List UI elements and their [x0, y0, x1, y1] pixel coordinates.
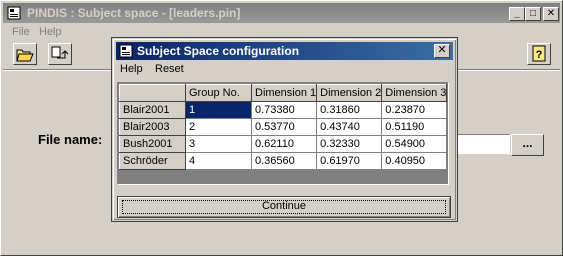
grid-cell[interactable]: 0.51190: [381, 118, 448, 136]
maximize-button[interactable]: □: [525, 7, 541, 21]
grid-cell[interactable]: 3: [185, 135, 252, 153]
minimize-button[interactable]: _: [509, 7, 525, 21]
continue-label: Continue: [261, 200, 307, 212]
table-row: Blair2003 2 0.53770 0.43740 0.51190: [119, 118, 448, 136]
close-button[interactable]: ✕: [543, 7, 559, 21]
col-header-dim3: Dimension 3: [381, 84, 448, 102]
row-header: Bush2001: [119, 135, 186, 153]
main-title-bar: PINDIS : Subject space - [leaders.pin] _…: [3, 3, 560, 23]
dialog-app-icon: [119, 44, 133, 58]
grid-table: Group No. Dimension 1 Dimension 2 Dimens…: [119, 84, 448, 170]
grid-cell[interactable]: 0.32330: [316, 135, 383, 153]
open-button[interactable]: [13, 43, 37, 65]
import-button[interactable]: [48, 43, 72, 65]
menu-file[interactable]: File: [12, 26, 30, 38]
file-name-label: File name:: [38, 132, 103, 147]
row-header: Schröder: [119, 152, 186, 170]
grid-cell[interactable]: 0.23870: [381, 101, 448, 119]
continue-button[interactable]: Continue: [117, 196, 451, 218]
help-icon: ?: [532, 45, 546, 62]
col-header-dim2: Dimension 2: [316, 84, 383, 102]
menu-help[interactable]: Help: [39, 26, 62, 38]
file-name-input[interactable]: [456, 134, 510, 154]
table-row: Schröder 4 0.36560 0.61970 0.40950: [119, 152, 448, 170]
grid-cell[interactable]: 0.53770: [250, 118, 318, 136]
grid-cell[interactable]: 0.43740: [316, 118, 383, 136]
grid-cell[interactable]: 4: [185, 152, 252, 170]
main-window-title: PINDIS : Subject space - [leaders.pin]: [27, 6, 241, 20]
grid-cell[interactable]: 0.61970: [316, 152, 383, 170]
import-icon: [51, 46, 69, 59]
grid-cell[interactable]: 1: [185, 101, 252, 119]
context-help-button[interactable]: ?: [527, 43, 551, 65]
grid-cell[interactable]: 0.73380: [250, 101, 318, 119]
grid-header-row: Group No. Dimension 1 Dimension 2 Dimens…: [119, 84, 448, 102]
browse-button[interactable]: ...: [511, 134, 544, 156]
table-row: Bush2001 3 0.62110 0.32330 0.54900: [119, 135, 448, 153]
subject-space-dialog: Subject Space configuration ✕ Help Reset…: [111, 37, 458, 222]
grid-cell[interactable]: 2: [185, 118, 252, 136]
svg-text:?: ?: [536, 49, 543, 61]
dialog-close-button[interactable]: ✕: [434, 44, 450, 58]
grid-cell[interactable]: 0.62110: [250, 135, 318, 153]
subject-space-grid: Group No. Dimension 1 Dimension 2 Dimens…: [117, 82, 449, 185]
table-row: Blair2001 1 0.73380 0.31860 0.23870: [119, 101, 448, 119]
dialog-menu-help[interactable]: Help: [120, 63, 143, 75]
dialog-menu-reset[interactable]: Reset: [155, 63, 184, 75]
dialog-title: Subject Space configuration: [137, 44, 300, 58]
grid-cell[interactable]: 0.36560: [250, 152, 318, 170]
dialog-title-bar: Subject Space configuration ✕: [116, 42, 453, 60]
row-header: Blair2001: [119, 101, 186, 119]
col-header-group: Group No.: [185, 84, 252, 102]
main-window: PINDIS : Subject space - [leaders.pin] _…: [0, 0, 563, 256]
grid-corner-cell: [119, 84, 186, 102]
grid-cell[interactable]: 0.40950: [381, 152, 448, 170]
grid-cell[interactable]: 0.54900: [381, 135, 448, 153]
col-header-dim1: Dimension 1: [250, 84, 318, 102]
open-folder-icon: [16, 49, 34, 62]
row-header: Blair2003: [119, 118, 186, 136]
grid-cell[interactable]: 0.31860: [316, 101, 383, 119]
app-icon: [7, 6, 21, 20]
